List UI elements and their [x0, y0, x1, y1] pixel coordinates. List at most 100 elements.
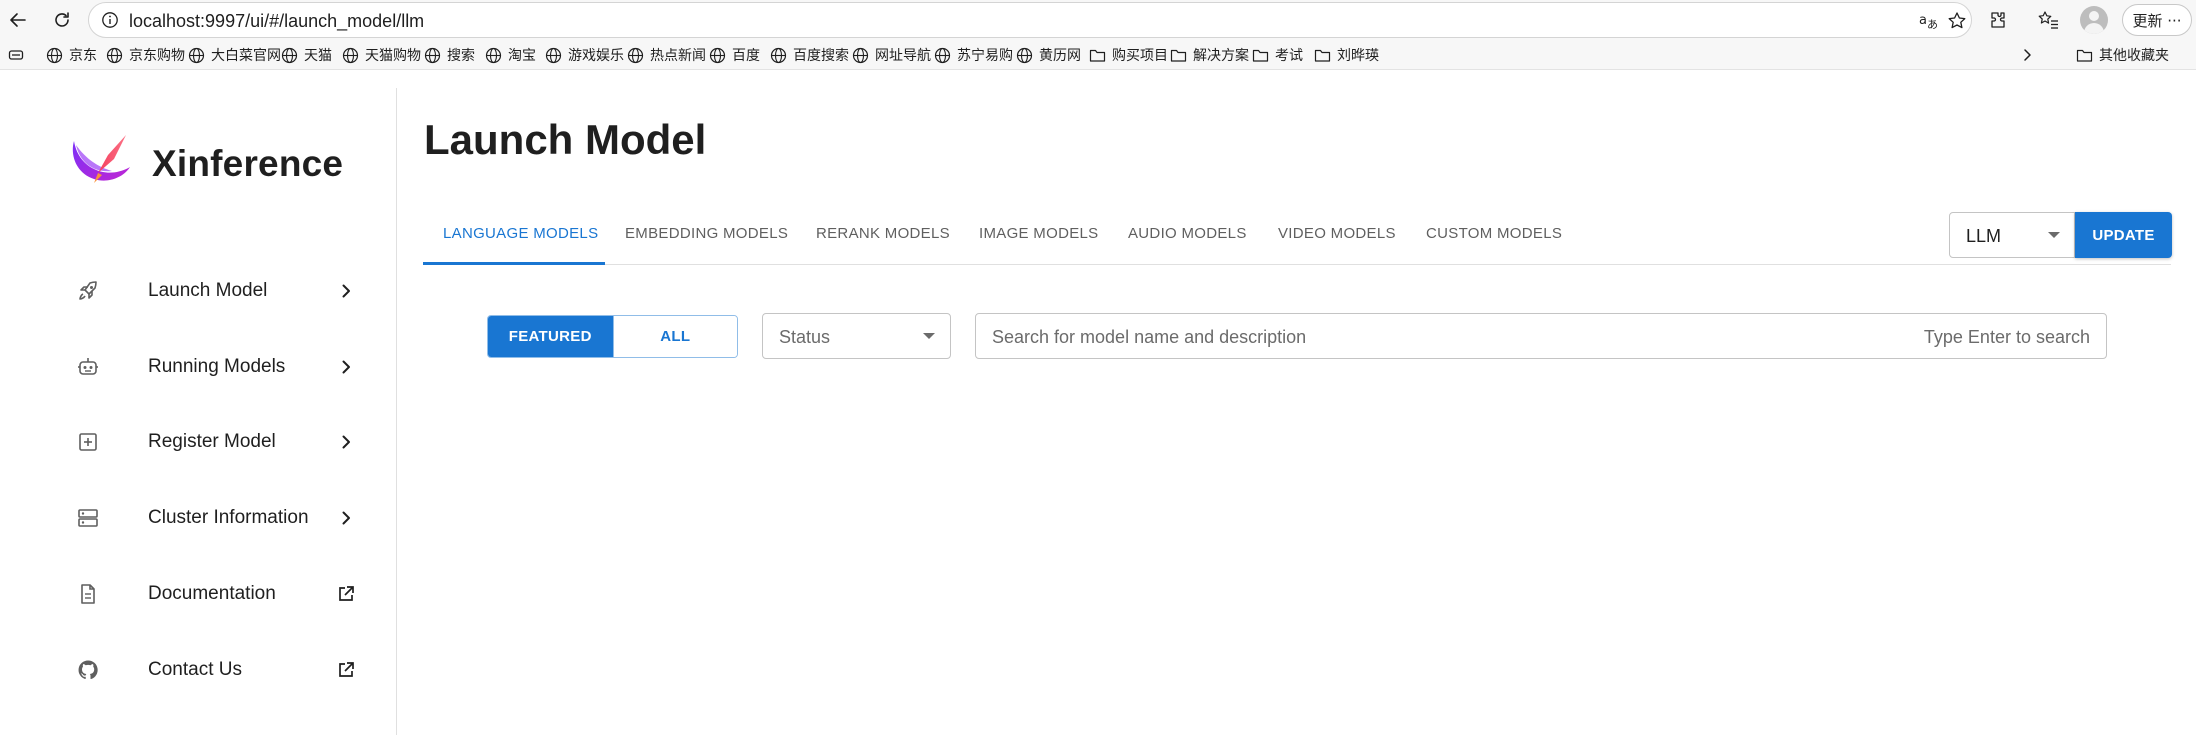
search-hint: Type Enter to search	[1923, 327, 2090, 347]
bookmark-item[interactable]: 大白菜官网	[188, 45, 281, 65]
bookmark-label: 天猫	[304, 48, 332, 64]
document-icon	[76, 582, 100, 606]
open-in-new-icon	[334, 582, 358, 606]
bookmark-manager-icon[interactable]	[8, 45, 30, 65]
bookmark-item[interactable]: 天猫	[281, 45, 332, 65]
globe-icon	[1016, 47, 1039, 64]
bookmark-label: 热点新闻	[650, 48, 706, 64]
tab-custom-models[interactable]: CUSTOM MODELS	[1426, 224, 1562, 244]
bookmark-item[interactable]: 百度搜索	[770, 45, 849, 65]
read-aloud-icon[interactable]: aあ	[1917, 9, 1941, 33]
bookmark-item[interactable]: 刘晔瑛	[1314, 45, 1379, 65]
bookmark-item[interactable]: 热点新闻	[627, 45, 706, 65]
globe-icon	[770, 47, 793, 64]
bookmark-label: 游戏娱乐	[568, 48, 624, 64]
folder-icon	[2076, 49, 2093, 62]
dropdown-arrow-icon	[2048, 232, 2060, 238]
model-type-select-value: LLM	[1966, 226, 2002, 246]
search-input[interactable]	[992, 324, 1892, 350]
model-search-box: Type Enter to search	[975, 313, 2107, 359]
globe-icon	[281, 47, 304, 64]
browser-update-button[interactable]: 更新 ···	[2122, 4, 2192, 36]
sidebar-item-running-models[interactable]: Running Models	[60, 339, 360, 395]
bookmark-label: 大白菜官网	[211, 48, 281, 64]
bookmark-item[interactable]: 苏宁易购	[934, 45, 1013, 65]
bookmark-item[interactable]: 网址导航	[852, 45, 931, 65]
folder-icon	[1170, 48, 1193, 63]
github-icon	[76, 658, 100, 682]
chevron-right-icon	[334, 506, 358, 530]
back-arrow-icon[interactable]	[4, 6, 32, 34]
bookmark-label: 网址导航	[875, 48, 931, 64]
featured-toggle-button[interactable]: FEATURED	[488, 316, 613, 357]
bookmark-other-favorites[interactable]: 其他收藏夹	[2076, 45, 2169, 65]
bookmark-item[interactable]: 购买项目	[1089, 45, 1168, 65]
tab-audio-models[interactable]: AUDIO MODELS	[1128, 224, 1247, 244]
status-filter-select[interactable]: Status	[762, 313, 951, 359]
tab-language-models[interactable]: LANGUAGE MODELS	[443, 224, 598, 244]
favorite-star-icon[interactable]	[1945, 9, 1969, 33]
page-title: Launch Model	[424, 116, 707, 163]
globe-icon	[342, 47, 365, 64]
bookmark-label: 解决方案	[1193, 48, 1249, 64]
all-toggle-button[interactable]: ALL	[612, 316, 737, 357]
globe-icon	[934, 47, 957, 64]
bookmark-item[interactable]: 解决方案	[1170, 45, 1249, 65]
model-type-tabs: LANGUAGE MODELS EMBEDDING MODELS RERANK …	[423, 210, 2171, 265]
model-type-select[interactable]: LLM	[1949, 212, 2075, 258]
sidebar-item-register-model[interactable]: Register Model	[60, 414, 360, 470]
sidebar-item-contact-us[interactable]: Contact Us	[60, 642, 360, 698]
bookmark-label: 搜索	[447, 48, 475, 64]
url-text[interactable]: localhost:9997/ui/#/launch_model/llm	[129, 11, 424, 31]
bookmark-label: 百度	[732, 48, 760, 64]
globe-icon	[545, 47, 568, 64]
bookmark-label: 黄历网	[1039, 48, 1081, 64]
folder-icon	[1314, 48, 1337, 63]
sidebar-item-label: Documentation	[148, 583, 276, 604]
bookmark-label: 天猫购物	[365, 48, 421, 64]
sidebar-item-cluster-information[interactable]: Cluster Information	[60, 490, 360, 546]
bookmark-item[interactable]: 天猫购物	[342, 45, 421, 65]
bookmark-item[interactable]: 百度	[709, 45, 760, 65]
tab-video-models[interactable]: VIDEO MODELS	[1278, 224, 1396, 244]
sidebar-item-documentation[interactable]: Documentation	[60, 566, 360, 622]
address-bar[interactable]: localhost:9997/ui/#/launch_model/llm aあ	[88, 2, 1972, 38]
refresh-icon[interactable]	[48, 6, 76, 34]
bookmark-label: 苏宁易购	[957, 48, 1013, 64]
add-box-icon	[76, 430, 100, 454]
svg-text:a: a	[1919, 13, 1927, 28]
globe-icon	[852, 47, 875, 64]
bookmark-item[interactable]: 搜索	[424, 45, 475, 65]
bookmark-label: 京东	[69, 48, 97, 64]
bookmarks-overflow-chevron-icon[interactable]	[2020, 45, 2040, 65]
tab-image-models[interactable]: IMAGE MODELS	[979, 224, 1098, 244]
bookmark-item[interactable]: 游戏娱乐	[545, 45, 624, 65]
bookmark-item[interactable]: 京东购物	[106, 45, 185, 65]
favorites-list-icon[interactable]	[2034, 6, 2062, 34]
folder-icon	[1089, 48, 1112, 63]
sidebar-item-label: Register Model	[148, 431, 276, 452]
bookmark-item[interactable]: 京东	[46, 45, 97, 65]
chevron-right-icon	[334, 355, 358, 379]
bookmark-item[interactable]: 淘宝	[485, 45, 536, 65]
featured-all-toggle: FEATURED ALL	[487, 315, 738, 358]
server-icon	[76, 506, 100, 530]
bookmark-item[interactable]: 考试	[1252, 45, 1303, 65]
svg-text:あ: あ	[1927, 18, 1938, 31]
tab-rerank-models[interactable]: RERANK MODELS	[816, 224, 950, 244]
active-tab-indicator	[423, 262, 605, 265]
profile-avatar[interactable]	[2080, 6, 2108, 34]
bookmark-label: 京东购物	[129, 48, 185, 64]
browser-toolbar: localhost:9997/ui/#/launch_model/llm aあ …	[0, 0, 2196, 40]
sidebar-item-launch-model[interactable]: Launch Model	[60, 263, 360, 319]
dropdown-arrow-icon	[923, 333, 935, 339]
bookmark-label: 刘晔瑛	[1337, 48, 1379, 64]
tab-embedding-models[interactable]: EMBEDDING MODELS	[625, 224, 788, 244]
extensions-icon[interactable]	[1984, 6, 2012, 34]
globe-icon	[627, 47, 650, 64]
sidebar-item-label: Cluster Information	[148, 507, 309, 528]
bookmark-item[interactable]: 黄历网	[1016, 45, 1081, 65]
site-info-icon[interactable]	[101, 11, 119, 29]
update-button[interactable]: UPDATE	[2075, 212, 2172, 258]
open-in-new-icon	[334, 658, 358, 682]
